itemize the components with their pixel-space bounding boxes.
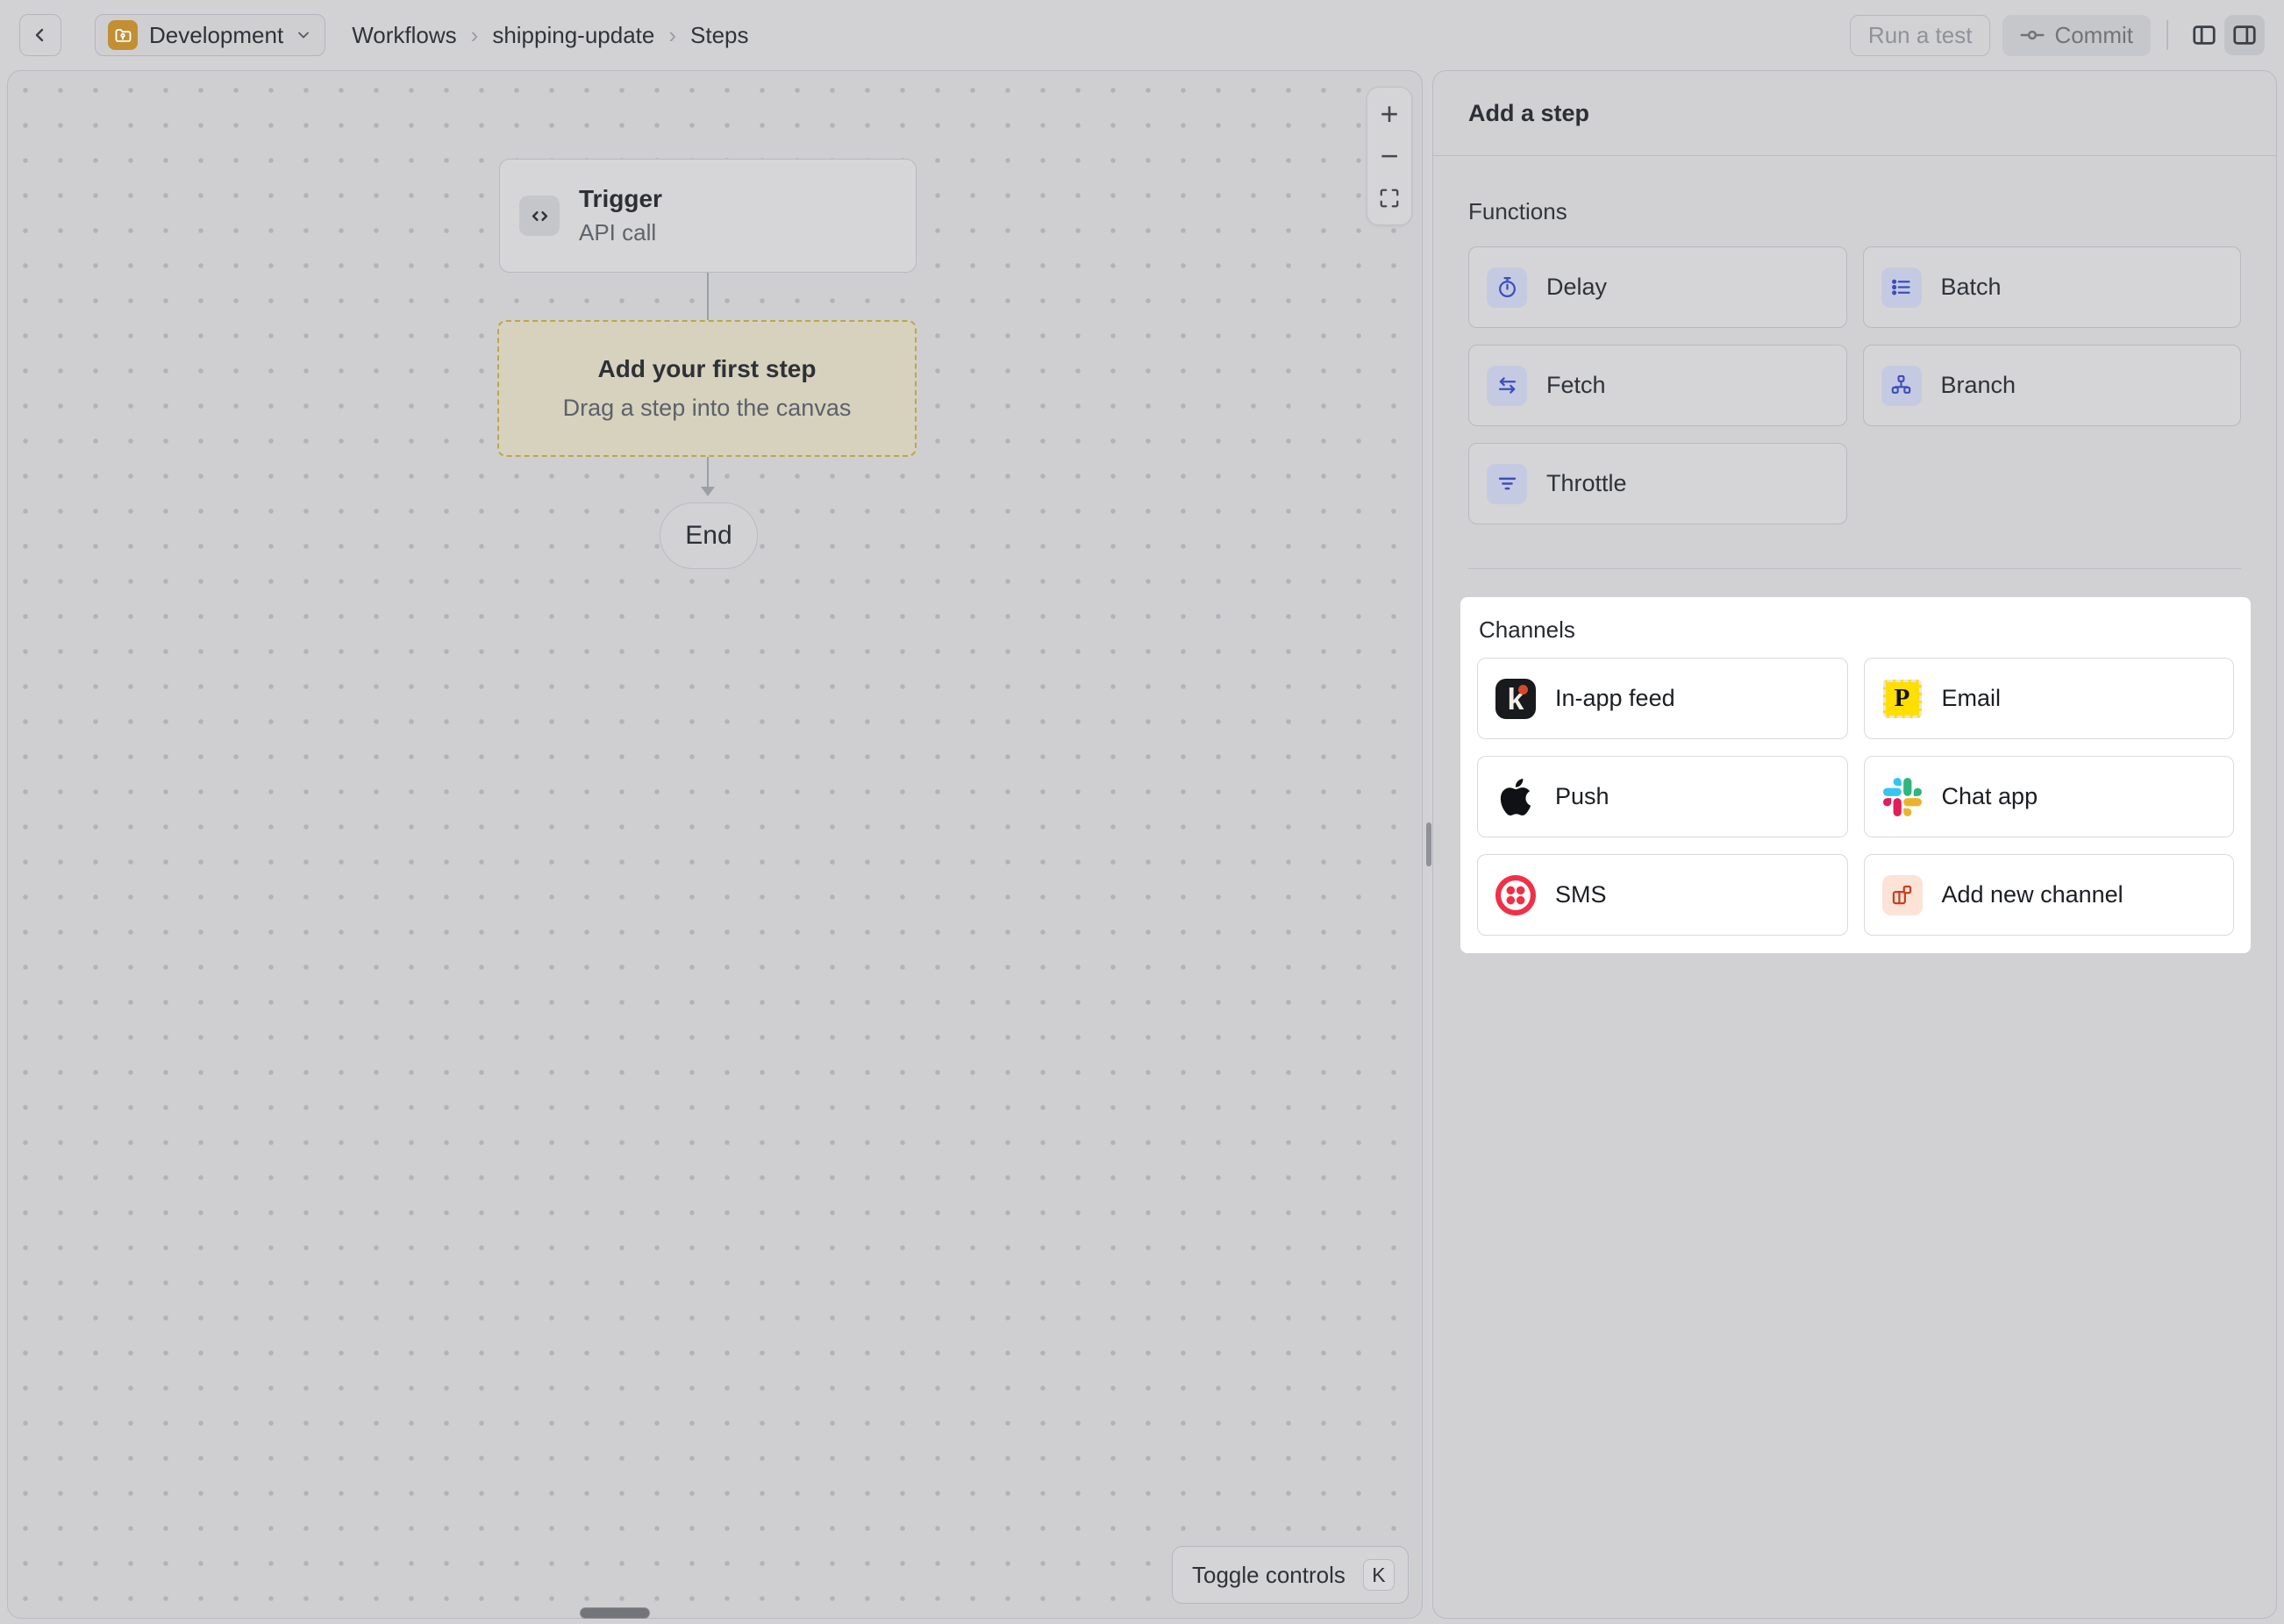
trigger-step-node[interactable]: Trigger API call (499, 159, 917, 273)
channels-section-label: Channels (1479, 616, 2234, 644)
channels-spotlight: Channels k In-app feed P Email (1460, 597, 2251, 953)
toggle-left-panel-button[interactable] (2184, 15, 2224, 55)
dropzone-subtitle: Drag a step into the canvas (563, 395, 852, 422)
channel-card-chat-app[interactable]: Chat app (1864, 756, 2235, 837)
stopwatch-icon (1487, 267, 1527, 308)
channel-card-label: Email (1942, 685, 2002, 712)
breadcrumb-steps: Steps (690, 22, 749, 49)
zoom-in-button[interactable]: + (1367, 93, 1412, 135)
sidebar-title: Add a step (1433, 71, 2276, 156)
fit-view-button[interactable] (1367, 177, 1412, 219)
add-step-sidebar: Add a step Functions Delay (1432, 70, 2277, 1619)
function-card-branch[interactable]: Branch (1863, 345, 2242, 426)
commit-label: Commit (2054, 22, 2133, 49)
functions-section-label: Functions (1468, 198, 2241, 225)
channel-card-in-app-feed[interactable]: k In-app feed (1477, 658, 1848, 739)
dropzone-title: Add your first step (598, 355, 817, 383)
breadcrumb-separator: › (668, 22, 676, 49)
knock-logo-dot (1518, 685, 1528, 694)
function-card-delay[interactable]: Delay (1468, 246, 1847, 328)
chevron-down-icon (295, 26, 312, 44)
functions-grid: Delay Batch Fetch (1468, 246, 2241, 524)
trigger-subtitle: API call (579, 219, 662, 246)
filter-lines-icon (1487, 464, 1527, 504)
breadcrumb: Workflows › shipping-update › Steps (352, 22, 748, 49)
breadcrumb-separator: › (471, 22, 479, 49)
channel-card-push[interactable]: Push (1477, 756, 1848, 837)
canvas-zoom-controls: + − (1367, 87, 1412, 225)
breadcrumb-workflows[interactable]: Workflows (352, 22, 456, 49)
code-icon (519, 196, 560, 236)
commit-button[interactable]: Commit (2002, 15, 2151, 56)
function-card-label: Batch (1941, 274, 2002, 301)
topbar-divider (2166, 20, 2168, 50)
run-a-test-button[interactable]: Run a test (1850, 15, 1991, 56)
toggle-controls-label: Toggle controls (1192, 1562, 1345, 1589)
tree-icon (1881, 366, 1922, 406)
toggle-controls-button[interactable]: Toggle controls K (1172, 1546, 1409, 1604)
workflow-canvas[interactable]: Trigger API call Add your first step Dra… (7, 70, 1423, 1619)
function-card-label: Delay (1546, 274, 1607, 301)
toggle-right-panel-button[interactable] (2224, 15, 2265, 55)
trigger-title: Trigger (579, 185, 662, 213)
fit-view-icon (1378, 187, 1401, 210)
environment-label: Development (149, 22, 283, 49)
add-first-step-dropzone[interactable]: Add your first step Drag a step into the… (497, 320, 917, 457)
horizontal-scrollbar-thumb[interactable] (580, 1607, 650, 1619)
channel-card-add-new[interactable]: Add new channel (1864, 854, 2235, 936)
list-icon (1881, 267, 1922, 308)
function-card-label: Branch (1941, 372, 2016, 399)
environment-folder-icon (108, 20, 138, 50)
function-card-batch[interactable]: Batch (1863, 246, 2242, 328)
panel-right-icon (2231, 22, 2258, 48)
add-channel-icon (1882, 875, 1923, 915)
end-node: End (660, 502, 758, 569)
function-card-fetch[interactable]: Fetch (1468, 345, 1847, 426)
breadcrumb-workflow-name[interactable]: shipping-update (492, 22, 654, 49)
vertical-scrollbar-thumb[interactable] (1426, 823, 1431, 866)
function-card-label: Fetch (1546, 372, 1606, 399)
git-commit-icon (2020, 23, 2045, 47)
function-card-label: Throttle (1546, 470, 1627, 497)
back-button[interactable] (19, 14, 61, 56)
connector-arrow-icon (701, 487, 715, 496)
connector-line (707, 457, 709, 488)
top-bar: Development Workflows › shipping-update … (0, 0, 2284, 70)
keyboard-shortcut-badge: K (1363, 1559, 1395, 1591)
connector-line (707, 273, 709, 320)
panel-left-icon (2191, 22, 2217, 48)
channel-card-email[interactable]: P Email (1864, 658, 2235, 739)
channel-card-sms[interactable]: SMS (1477, 854, 1848, 936)
twilio-logo (1495, 875, 1536, 915)
postmark-logo: P (1883, 680, 1922, 718)
channel-card-label: SMS (1555, 881, 1607, 908)
function-card-throttle[interactable]: Throttle (1468, 443, 1847, 524)
back-chevron-icon (30, 25, 51, 46)
channel-card-label: Push (1555, 783, 1610, 810)
environment-dropdown[interactable]: Development (95, 14, 325, 56)
channel-card-label: In-app feed (1555, 685, 1675, 712)
apple-logo (1495, 777, 1536, 817)
slack-logo (1882, 777, 1923, 817)
zoom-out-button[interactable]: − (1367, 135, 1412, 177)
section-divider (1468, 568, 2241, 569)
channels-grid: k In-app feed P Email (1477, 658, 2234, 936)
channel-card-label: Chat app (1942, 783, 2038, 810)
swap-arrows-icon (1487, 366, 1527, 406)
knock-logo: k (1495, 679, 1536, 719)
channel-card-label: Add new channel (1942, 881, 2123, 908)
